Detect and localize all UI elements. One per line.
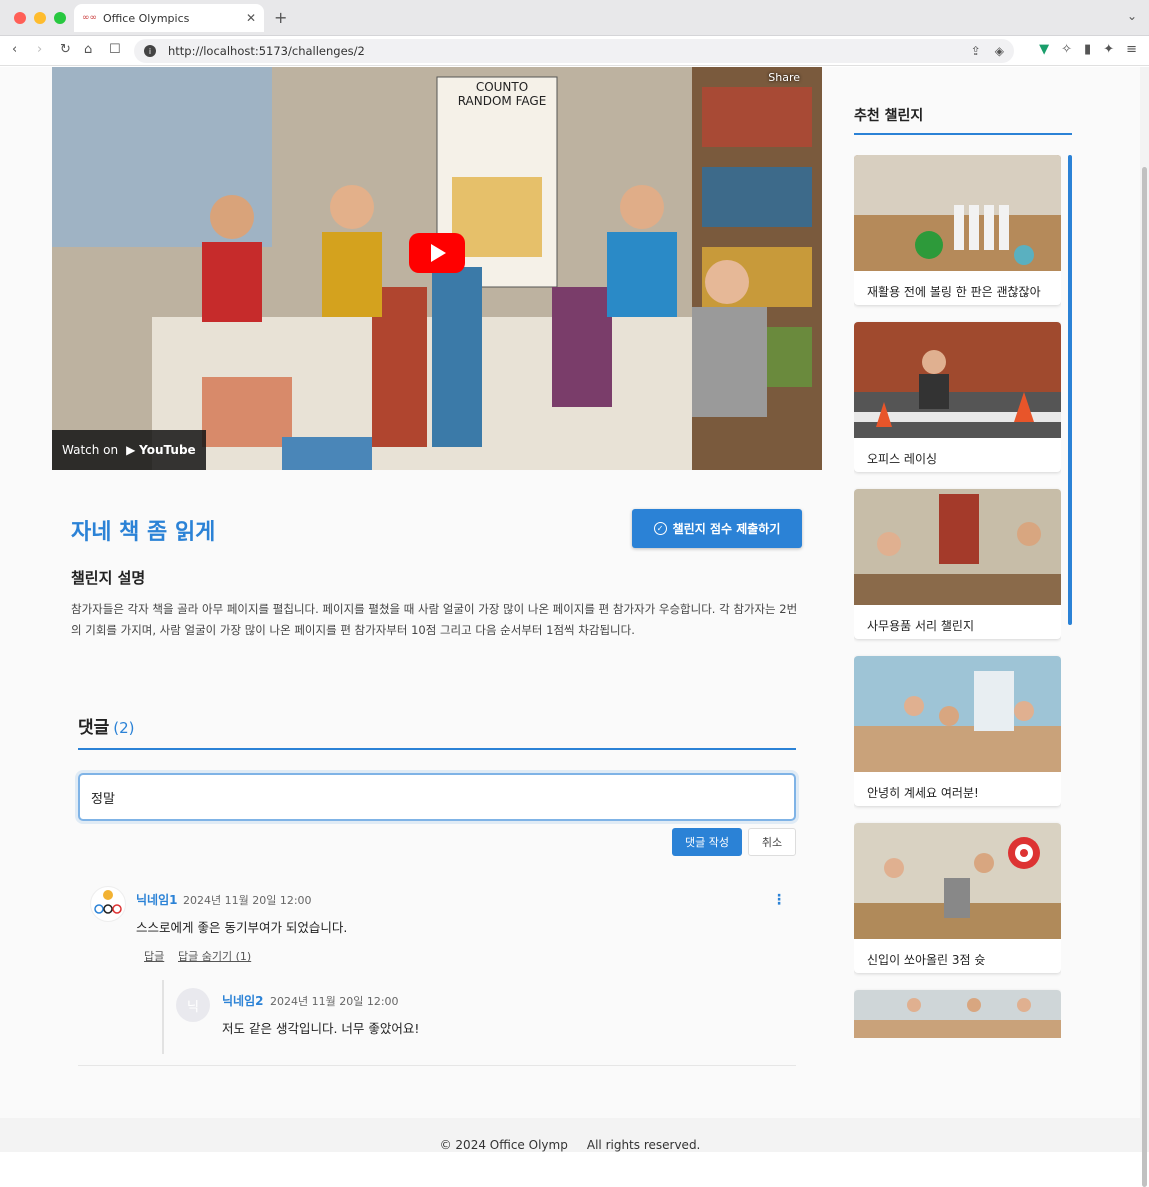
card-title: 신입이 쏘아올린 3점 슛	[867, 953, 986, 967]
olympic-rings-icon	[94, 890, 122, 914]
comment-author[interactable]: 닉네임1	[136, 891, 177, 908]
brave-shield-icon[interactable]: ◈	[995, 44, 1004, 58]
youtube-label: YouTube	[139, 443, 196, 457]
reply-link[interactable]: 답글	[144, 948, 164, 964]
recommended-heading: 추천 챌린지	[854, 108, 924, 124]
reply-thread-line	[162, 980, 164, 1054]
play-icon	[431, 244, 446, 262]
write-comment-button[interactable]: 댓글 작성	[672, 828, 742, 856]
comment-text: 스스로에게 좋은 동기부여가 되었습니다.	[136, 920, 348, 935]
bookmark-icon[interactable]: ☐	[109, 42, 121, 57]
page-content: COUNTO RANDOM FAGE Share Watch on ▶ YouT…	[0, 67, 1140, 1152]
back-icon[interactable]: ‹	[12, 42, 17, 57]
watch-on-label: Watch on	[62, 443, 119, 457]
card-thumbnail	[854, 322, 1061, 438]
footer: © 2024 Office Olymp All rights reserved.	[0, 1118, 1140, 1152]
reply-date: 2024년 11월 20일 12:00	[270, 995, 399, 1008]
home-icon[interactable]: ⌂	[84, 42, 92, 57]
tab-title: Office Olympics	[103, 11, 190, 25]
youtube-logo-icon: ▶ YouTube	[126, 443, 196, 457]
close-tab-icon[interactable]: ✕	[246, 11, 256, 25]
window-controls[interactable]	[14, 12, 66, 24]
cancel-comment-button[interactable]: 취소	[748, 828, 796, 856]
recommended-card[interactable]: 사무용품 서리 챌린지	[854, 489, 1061, 639]
hide-replies-link[interactable]: 답글 숨기기 (1)	[178, 948, 251, 964]
card-title: 안녕히 계세요 여러분!	[867, 786, 979, 800]
share-button[interactable]: Share	[768, 71, 800, 84]
poster-text-2: RANDOM FAGE	[458, 94, 547, 108]
youtube-embed[interactable]: COUNTO RANDOM FAGE Share Watch on ▶ YouT…	[52, 67, 822, 470]
browser-toolbar: ‹ › ↻ ⌂ ☐ i http://localhost:5173/challe…	[0, 36, 1149, 66]
page-scrollbar-thumb[interactable]	[1142, 167, 1147, 1187]
card-title: 재활용 전에 볼링 한 판은 괜찮잖아	[867, 285, 1041, 299]
comments-divider	[78, 748, 796, 750]
comments-heading-label: 댓글	[78, 718, 110, 738]
recommended-card[interactable]: 오피스 레이싱	[854, 322, 1061, 472]
recommended-divider	[854, 133, 1072, 135]
avatar	[90, 886, 126, 922]
recommended-card[interactable]	[854, 990, 1061, 1038]
comments-count: (2)	[113, 719, 135, 737]
recommended-card[interactable]: 신입이 쏘아올린 3점 슛	[854, 823, 1061, 973]
play-button[interactable]	[409, 233, 465, 273]
comment-input[interactable]	[78, 773, 796, 821]
recommended-list[interactable]: 재활용 전에 볼링 한 판은 괜찮잖아 오피스 레이싱 사무용품 서리 챌린지 …	[854, 155, 1061, 1038]
page-scrollbar[interactable]	[1140, 67, 1149, 1187]
more-options-icon[interactable]: ⋮	[772, 892, 786, 908]
chevron-down-icon[interactable]: ⌄	[1127, 9, 1137, 23]
maximize-window-button[interactable]	[54, 12, 66, 24]
comments-end-divider	[78, 1065, 796, 1066]
watch-on-youtube-button[interactable]: Watch on ▶ YouTube	[52, 430, 206, 470]
submit-score-button[interactable]: ✓ 챌린지 점수 제출하기	[632, 509, 802, 548]
minimize-window-button[interactable]	[34, 12, 46, 24]
card-thumbnail	[854, 155, 1061, 271]
challenge-description: 참가자들은 각자 책을 골라 아무 페이지를 펼칩니다. 페이지를 펼쳤을 때 …	[71, 602, 798, 637]
extensions-area: ▼ ✧ ▮ ✦ ≡	[1039, 42, 1137, 57]
comments-heading: 댓글 (2)	[78, 713, 135, 738]
browser-tab[interactable]: ∞∞ Office Olympics ✕	[74, 4, 264, 32]
challenge-title: 자네 책 좀 읽게	[71, 520, 216, 545]
card-thumbnail	[854, 489, 1061, 605]
url-text: http://localhost:5173/challenges/2	[168, 44, 365, 58]
share-page-icon[interactable]: ⇪	[971, 44, 981, 58]
check-circle-icon: ✓	[653, 522, 667, 535]
card-thumbnail	[854, 823, 1061, 939]
sidebar-toggle-icon[interactable]: ▮	[1084, 42, 1091, 57]
card-title: 사무용품 서리 챌린지	[867, 619, 974, 633]
reply-author[interactable]: 닉네임2	[222, 992, 263, 1009]
address-bar[interactable]: i http://localhost:5173/challenges/2 ⇪ ◈	[134, 39, 1014, 63]
recommended-card[interactable]: 재활용 전에 볼링 한 판은 괜찮잖아	[854, 155, 1061, 305]
new-tab-icon[interactable]: +	[274, 8, 287, 27]
vue-devtools-icon[interactable]: ▼	[1039, 42, 1049, 57]
leo-ai-icon[interactable]: ✦	[1103, 42, 1114, 57]
olympic-rings-icon: ∞∞	[82, 13, 97, 23]
comment-date: 2024년 11월 20일 12:00	[183, 894, 312, 907]
extensions-icon[interactable]: ✧	[1061, 42, 1072, 57]
card-title: 오피스 레이싱	[867, 452, 938, 466]
reply-avatar: 닉	[176, 988, 210, 1022]
reply-text: 저도 같은 생각입니다. 너무 좋았어요!	[222, 1021, 420, 1036]
recommended-card[interactable]: 안녕히 계세요 여러분!	[854, 656, 1061, 806]
card-thumbnail	[854, 656, 1061, 772]
submit-score-label: 챌린지 점수 제출하기	[672, 522, 781, 536]
menu-icon[interactable]: ≡	[1126, 42, 1137, 57]
browser-tab-bar: ∞∞ Office Olympics ✕ + ⌄	[0, 0, 1149, 36]
poster-text-1: COUNTO	[476, 80, 528, 94]
card-thumbnail	[854, 990, 1061, 1038]
description-heading: 챌린지 설명	[71, 569, 146, 587]
site-info-icon[interactable]: i	[144, 45, 156, 57]
recommended-scrollbar[interactable]	[1068, 155, 1072, 625]
reload-icon[interactable]: ↻	[60, 42, 71, 57]
forward-icon[interactable]: ›	[37, 42, 42, 57]
close-window-button[interactable]	[14, 12, 26, 24]
